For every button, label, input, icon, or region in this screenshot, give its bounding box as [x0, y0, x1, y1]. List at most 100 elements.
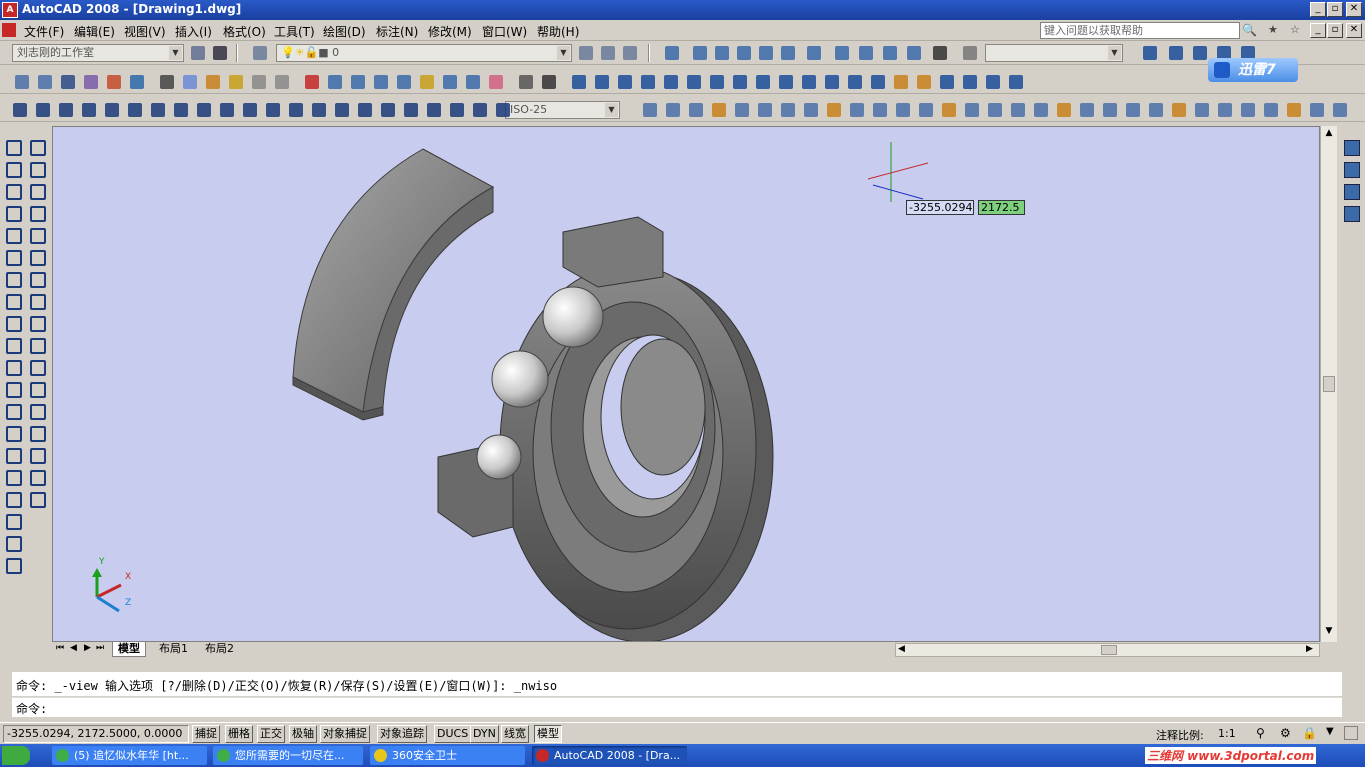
dim-3d-tool-41-icon[interactable]	[1077, 100, 1097, 120]
dim-3d-tool-18-icon[interactable]	[424, 100, 444, 120]
status-toggle-2[interactable]: 正交	[257, 725, 285, 743]
dim-3d-tool-5-icon[interactable]	[125, 100, 145, 120]
standard-tool-24-icon[interactable]	[592, 72, 612, 92]
menu-8[interactable]: 修改(M)	[428, 23, 472, 40]
dim-3d-tool-33-icon[interactable]	[893, 100, 913, 120]
modify-tool-13-icon[interactable]	[26, 422, 46, 442]
coordinate-readout[interactable]: -3255.0294, 2172.5000, 0.0000	[3, 725, 189, 743]
modify-tool-1-icon[interactable]	[26, 158, 46, 178]
tab-next-icon[interactable]: ▶	[84, 643, 91, 653]
draw-tool-7-icon[interactable]	[2, 290, 22, 310]
draw-tool-0-icon[interactable]	[2, 136, 22, 156]
standard-tool-26-icon[interactable]	[638, 72, 658, 92]
draw-tool-6-icon[interactable]	[2, 268, 22, 288]
standard-tool-7-icon[interactable]	[180, 72, 200, 92]
maximize-button[interactable]: ▫	[1327, 2, 1343, 17]
draw-tool-13-icon[interactable]	[2, 422, 22, 442]
modify-tool-11-icon[interactable]	[26, 378, 46, 398]
tab-last-icon[interactable]: ⏭	[96, 643, 104, 653]
standard-tool-1-icon[interactable]	[35, 72, 55, 92]
menu-9[interactable]: 窗口(W)	[482, 23, 527, 40]
standard-tool-2-icon[interactable]	[58, 72, 78, 92]
standard-tool-21-icon[interactable]	[516, 72, 536, 92]
doc-minimize-button[interactable]: _	[1310, 23, 1326, 38]
modify-tool-2-icon[interactable]	[26, 180, 46, 200]
dim-3d-tool-2-icon[interactable]	[56, 100, 76, 120]
dim-3d-tool-44-icon[interactable]	[1146, 100, 1166, 120]
dim-3d-tool-29-icon[interactable]	[801, 100, 821, 120]
view-back-icon[interactable]	[778, 43, 798, 63]
view-se-iso-icon[interactable]	[832, 43, 852, 63]
dimstyle-select[interactable]: ISO-25 ▼	[505, 101, 620, 119]
view-bottom-icon[interactable]	[690, 43, 710, 63]
tab-layout1[interactable]: 布局1	[154, 642, 193, 657]
hscroll-thumb[interactable]	[1101, 645, 1117, 655]
dim-3d-tool-19-icon[interactable]	[447, 100, 467, 120]
view-ne-iso-icon[interactable]	[856, 43, 876, 63]
scroll-up-icon[interactable]: ▲	[1323, 128, 1335, 142]
menu-2[interactable]: 视图(V)	[124, 23, 166, 40]
dim-3d-tool-8-icon[interactable]	[194, 100, 214, 120]
menu-5[interactable]: 工具(T)	[274, 23, 315, 40]
dim-3d-tool-9-icon[interactable]	[217, 100, 237, 120]
menu-10[interactable]: 帮助(H)	[537, 23, 579, 40]
draw-tool-11-icon[interactable]	[2, 378, 22, 398]
menu-7[interactable]: 标注(N)	[376, 23, 418, 40]
dim-3d-tool-40-icon[interactable]	[1054, 100, 1074, 120]
minimize-button[interactable]: _	[1310, 2, 1326, 17]
standard-tool-31-icon[interactable]	[753, 72, 773, 92]
scroll-right-icon[interactable]: ▶	[1306, 644, 1313, 654]
standard-tool-32-icon[interactable]	[776, 72, 796, 92]
standard-tool-15-icon[interactable]	[371, 72, 391, 92]
draw-tool-17-icon[interactable]	[2, 510, 22, 530]
draw-tool-8-icon[interactable]	[2, 312, 22, 332]
standard-tool-13-icon[interactable]	[325, 72, 345, 92]
draworder-front-icon[interactable]	[1344, 140, 1360, 156]
dim-3d-tool-7-icon[interactable]	[171, 100, 191, 120]
dim-3d-tool-50-icon[interactable]	[1284, 100, 1304, 120]
standard-tool-38-icon[interactable]	[914, 72, 934, 92]
textstyle-icon[interactable]	[1166, 43, 1186, 63]
standard-tool-0-icon[interactable]	[12, 72, 32, 92]
dim-3d-tool-13-icon[interactable]	[309, 100, 329, 120]
clean-screen-icon[interactable]	[1344, 726, 1358, 740]
tablestyle-icon[interactable]	[1190, 43, 1210, 63]
dim-3d-tool-34-icon[interactable]	[916, 100, 936, 120]
dim-3d-tool-51-icon[interactable]	[1307, 100, 1327, 120]
layer-manager-icon[interactable]	[250, 43, 270, 63]
standard-tool-27-icon[interactable]	[661, 72, 681, 92]
horizontal-scrollbar[interactable]: ◀ ▶	[895, 643, 1320, 657]
drawing-canvas[interactable]: Y X Z -3255.0294 2172.5	[52, 126, 1320, 642]
layer-previous-icon[interactable]	[598, 43, 618, 63]
dim-3d-tool-17-icon[interactable]	[401, 100, 421, 120]
standard-tool-28-icon[interactable]	[684, 72, 704, 92]
dim-3d-tool-30-icon[interactable]	[824, 100, 844, 120]
status-toggle-9[interactable]: 模型	[534, 725, 562, 743]
dim-3d-tool-14-icon[interactable]	[332, 100, 352, 120]
dim-3d-tool-10-icon[interactable]	[240, 100, 260, 120]
standard-tool-5-icon[interactable]	[127, 72, 147, 92]
standard-tool-42-icon[interactable]	[1006, 72, 1026, 92]
tab-layout2[interactable]: 布局2	[200, 642, 239, 657]
draw-tool-10-icon[interactable]	[2, 356, 22, 376]
lock-icon[interactable]: 🔒	[1302, 726, 1317, 740]
doc-maximize-button[interactable]: ▫	[1327, 23, 1343, 38]
scroll-thumb[interactable]	[1323, 376, 1335, 392]
scroll-left-icon[interactable]: ◀	[898, 644, 905, 654]
status-menu-icon[interactable]: ▼	[1326, 726, 1334, 737]
view-nw-iso-icon[interactable]	[880, 43, 900, 63]
annotation-autoscale-icon[interactable]: ⚙	[1280, 726, 1291, 740]
help-search-input[interactable]: 键入问题以获取帮助	[1040, 22, 1240, 39]
dim-3d-tool-36-icon[interactable]	[962, 100, 982, 120]
modify-tool-15-icon[interactable]	[26, 466, 46, 486]
doc-close-button[interactable]: ✕	[1346, 23, 1362, 38]
dim-3d-tool-38-icon[interactable]	[1008, 100, 1028, 120]
modify-tool-14-icon[interactable]	[26, 444, 46, 464]
draw-tool-18-icon[interactable]	[2, 532, 22, 552]
camera-icon[interactable]	[930, 43, 950, 63]
search-icon[interactable]: 🔍	[1242, 23, 1264, 39]
dim-3d-tool-24-icon[interactable]	[686, 100, 706, 120]
dim-3d-tool-32-icon[interactable]	[870, 100, 890, 120]
standard-tool-22-icon[interactable]	[539, 72, 559, 92]
standard-tool-8-icon[interactable]	[203, 72, 223, 92]
